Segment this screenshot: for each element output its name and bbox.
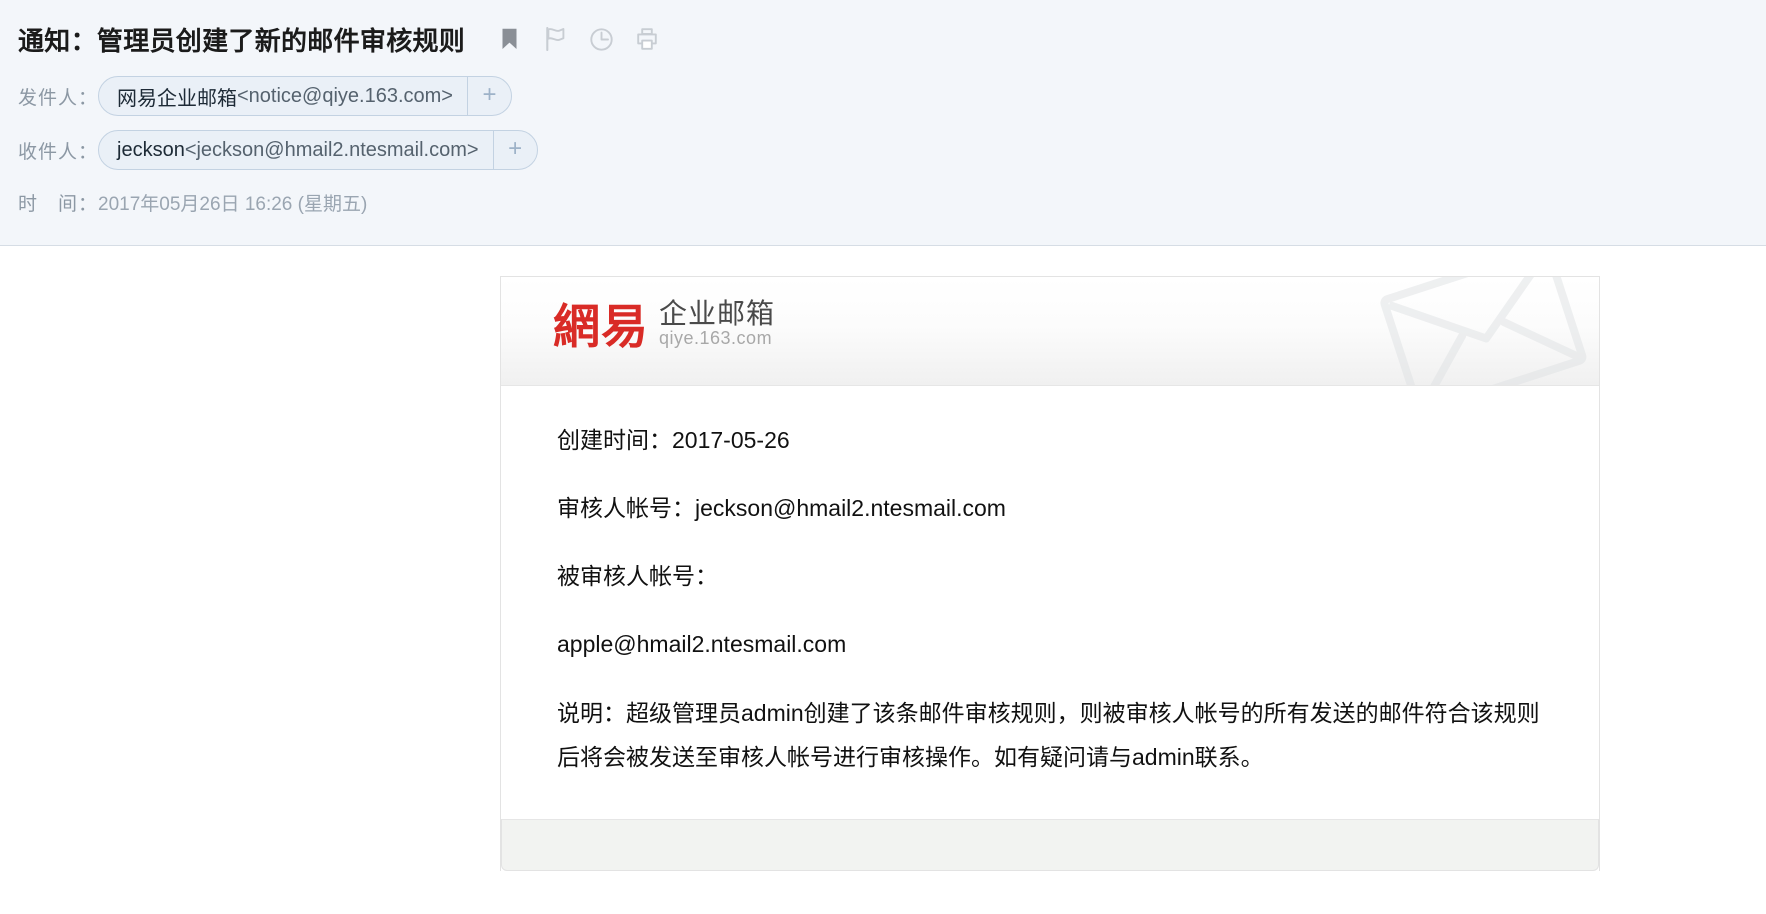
- card-content: 创建时间：2017-05-26 审核人帐号：jeckson@hmail2.nte…: [501, 386, 1599, 819]
- mail-body: 網易 企业邮箱 qiye.163.com 创建时间：2017-05-26 审核人…: [0, 246, 1766, 914]
- from-label: 发件人：: [18, 87, 99, 109]
- netease-logo-text: 網易: [553, 300, 649, 356]
- created-time-line: 创建时间：2017-05-26: [557, 427, 790, 453]
- time-row: 时 间： 2017年05月26日 16:26 (星期五): [0, 186, 1766, 218]
- reviewer-account-line: 审核人帐号：jeckson@hmail2.ntesmail.com: [557, 495, 1006, 522]
- reviewed-account-value-line: apple@hmail2.ntesmail.com: [557, 631, 847, 658]
- to-row: 收件人： jeckson <jeckson@hmail2.ntesmail.com…: [0, 128, 1766, 172]
- time-value: 2017年05月26日 16:26 (星期五): [98, 193, 368, 215]
- card-banner: 網易 企业邮箱 qiye.163.com: [501, 277, 1599, 386]
- to-address-text: jeckson <jeckson@hmail2.ntesmail.com>: [99, 131, 493, 169]
- brand-domain: qiye.163.com: [659, 328, 773, 349]
- from-address-text: 网易企业邮箱 <notice@qiye.163.com>: [99, 77, 467, 115]
- to-add-contact-button[interactable]: +: [492, 131, 537, 169]
- description-line: 说明：超级管理员admin创建了该条邮件审核规则，则被审核人帐号的所有发送的邮件…: [557, 699, 1540, 770]
- time-label: 时 间：: [18, 193, 99, 215]
- reviewed-account-label-line: 被审核人帐号：: [557, 563, 718, 590]
- bookmark-icon[interactable]: [497, 26, 521, 52]
- flag-icon[interactable]: [543, 26, 567, 52]
- to-display-name: jeckson: [117, 138, 185, 161]
- brand-wordmark: 企业邮箱 qiye.163.com: [659, 299, 775, 351]
- envelope-watermark-icon: [1359, 277, 1599, 385]
- to-label: 收件人：: [18, 141, 99, 163]
- clock-icon[interactable]: [589, 26, 613, 52]
- print-icon[interactable]: [635, 26, 659, 52]
- from-address-chip[interactable]: 网易企业邮箱 <notice@qiye.163.com> +: [98, 76, 512, 116]
- to-address-email: <jeckson@hmail2.ntesmail.com>: [184, 138, 479, 161]
- mail-header: 通知：管理员创建了新的邮件审核规则 发件人： 网易企业邮箱 <notice@qi…: [0, 0, 1766, 246]
- subject-row: 通知：管理员创建了新的邮件审核规则: [0, 14, 1766, 64]
- from-add-contact-button[interactable]: +: [467, 77, 511, 115]
- netease-brand-logo: 網易 企业邮箱 qiye.163.com: [553, 299, 775, 351]
- from-row: 发件人： 网易企业邮箱 <notice@qiye.163.com> +: [0, 74, 1766, 118]
- brand-name-cn: 企业邮箱: [659, 298, 776, 329]
- notification-card: 網易 企业邮箱 qiye.163.com 创建时间：2017-05-26 审核人…: [500, 276, 1600, 871]
- from-display-name: 网易企业邮箱: [117, 87, 237, 110]
- from-address-email: <notice@qiye.163.com>: [237, 84, 453, 107]
- subject-action-icons: [497, 26, 659, 52]
- card-footer: [501, 818, 1599, 871]
- page-title: 通知：管理员创建了新的邮件审核规则: [18, 25, 466, 56]
- to-address-chip[interactable]: jeckson <jeckson@hmail2.ntesmail.com> +: [98, 130, 538, 170]
